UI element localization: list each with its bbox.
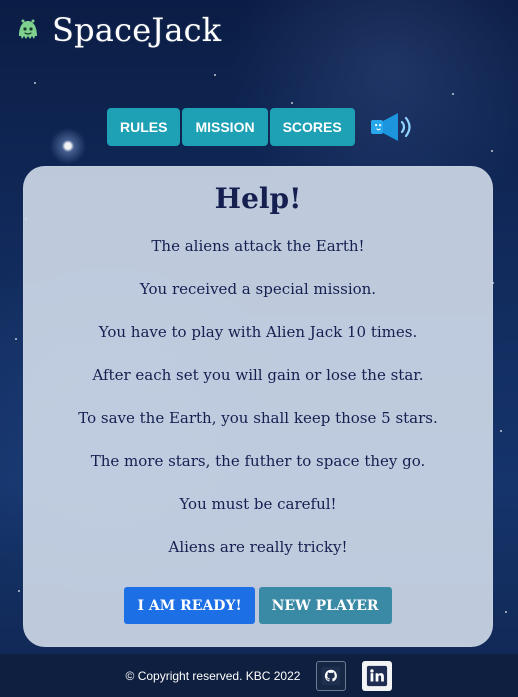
alien-icon: [19, 19, 37, 39]
top-nav: RULES MISSION SCORES: [107, 107, 417, 147]
sound-toggle-button[interactable]: [367, 107, 417, 147]
help-actions: I AM READY! NEW PLAYER: [23, 587, 493, 624]
star: [214, 74, 216, 76]
mission-button[interactable]: MISSION: [182, 108, 268, 146]
help-line-3: You have to play with Alien Jack 10 time…: [98, 323, 418, 341]
help-text-list: The aliens attack the Earth! You receive…: [23, 225, 493, 569]
help-line-1: The aliens attack the Earth!: [151, 237, 365, 255]
star: [15, 338, 17, 340]
github-button[interactable]: [316, 660, 347, 691]
star: [491, 150, 493, 152]
help-line-2: You received a special mission.: [139, 280, 377, 298]
help-line-6: The more stars, the futher to space they…: [90, 452, 426, 470]
star: [452, 93, 454, 95]
linkedin-icon: [367, 665, 388, 686]
new-player-button[interactable]: NEW PLAYER: [258, 587, 392, 624]
speaker-icon: [370, 113, 411, 141]
help-line-4: After each set you will gain or lose the…: [92, 366, 424, 384]
star: [505, 611, 507, 613]
star: [18, 590, 20, 592]
copyright-text: © Copyright reserved. KBC 2022: [125, 668, 301, 683]
star: [34, 82, 36, 84]
app-title: SpaceJack: [52, 11, 222, 49]
linkedin-button[interactable]: [362, 660, 393, 691]
help-line-5: To save the Earth, you shall keep those …: [78, 409, 438, 427]
star: [500, 430, 502, 432]
help-line-7: You must be careful!: [179, 495, 337, 513]
github-icon: [322, 666, 341, 685]
app-brand: SpaceJack: [14, 14, 221, 46]
scores-button[interactable]: SCORES: [269, 108, 355, 146]
help-title: Help!: [214, 182, 302, 215]
help-line-8: Aliens are really tricky!: [168, 538, 348, 556]
ready-button[interactable]: I AM READY!: [124, 587, 255, 624]
footer: © Copyright reserved. KBC 2022: [0, 654, 518, 697]
star: [291, 102, 293, 104]
rules-button[interactable]: RULES: [107, 108, 181, 146]
help-panel: Help! The aliens attack the Earth! You r…: [23, 166, 493, 647]
